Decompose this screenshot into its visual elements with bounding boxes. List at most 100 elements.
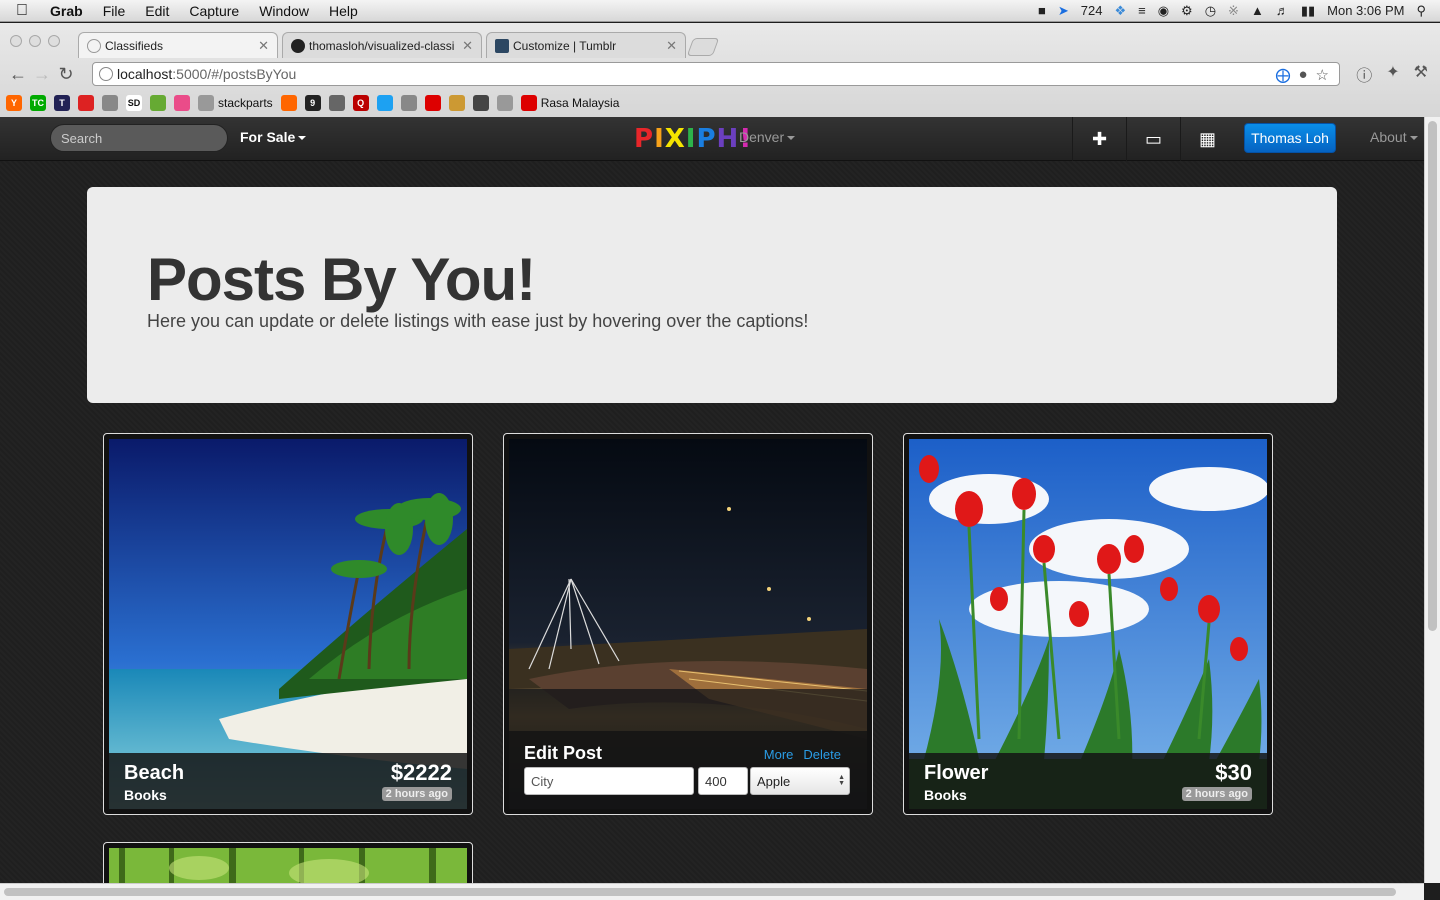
bookmark-favicon-icon: TC — [30, 95, 46, 111]
forward-arrow-icon[interactable]: → — [30, 62, 54, 86]
wifi-icon[interactable]: ▲ — [1251, 3, 1264, 18]
bookmark-item[interactable]: Q — [352, 95, 369, 111]
zoom-window-icon[interactable] — [48, 35, 60, 47]
menu-app[interactable]: Grab — [40, 0, 93, 22]
tab-classifieds[interactable]: Classifieds ✕ — [78, 32, 278, 58]
bookmark-favicon-icon: SD — [126, 95, 142, 111]
menu-capture[interactable]: Capture — [179, 0, 249, 22]
wrench-menu-icon[interactable]: ⚒ — [1414, 62, 1428, 86]
tab-close-icon[interactable]: ✕ — [666, 38, 677, 54]
tab-tumblr[interactable]: Customize | Tumblr ✕ — [486, 32, 686, 58]
bookmark-item[interactable]: SD — [126, 95, 142, 111]
bookmark-favicon-icon — [150, 95, 166, 111]
bookmark-item[interactable] — [280, 95, 297, 111]
more-link[interactable]: More — [764, 747, 794, 762]
brand-letter: P — [634, 124, 655, 154]
back-arrow-icon[interactable]: ← — [6, 62, 30, 86]
bookmark-item[interactable]: 9 — [304, 95, 321, 111]
tab-close-icon[interactable]: ✕ — [258, 38, 269, 54]
bookmark-item[interactable]: TC — [30, 95, 46, 111]
globe-favicon-icon — [87, 38, 101, 53]
inbox-icon[interactable]: ▭ — [1126, 117, 1180, 161]
vertical-scroll-thumb[interactable] — [1428, 121, 1437, 631]
post-age-badge: 2 hours ago — [1181, 787, 1252, 801]
bookmark-item[interactable]: stackparts — [198, 95, 273, 111]
tray-gear-icon[interactable]: ⚙ — [1181, 3, 1193, 19]
brand-letter: I — [654, 124, 665, 154]
grid-view-icon[interactable]: ▦ — [1180, 117, 1234, 161]
bookmark-item[interactable] — [424, 95, 441, 111]
dropbox-icon[interactable]: ❖ — [1114, 3, 1126, 19]
bookmark-item[interactable]: Y — [6, 95, 22, 111]
brand-logo[interactable]: PIXIPH! — [634, 124, 752, 154]
bookmark-favicon-icon — [400, 95, 417, 111]
lightbulb-icon[interactable]: ● — [1298, 66, 1307, 84]
menu-help[interactable]: Help — [319, 0, 368, 22]
bookmark-item[interactable]: T — [54, 95, 70, 111]
menu-edit[interactable]: Edit — [135, 0, 179, 22]
tab-github[interactable]: thomasloh/visualized-classi ✕ — [282, 32, 482, 58]
bluetooth-icon[interactable]: ※ — [1228, 3, 1239, 19]
bookmark-item[interactable] — [174, 95, 190, 111]
vertical-scrollbar[interactable] — [1424, 117, 1440, 883]
battery-icon[interactable]: ▮▮ — [1301, 3, 1315, 19]
address-bar[interactable]: localhost:5000/#/postsByYou ⨁ ● ☆ — [92, 62, 1340, 86]
post-card-flower[interactable]: Flower Books $30 2 hours ago — [903, 433, 1273, 815]
city-input[interactable]: City — [524, 767, 694, 795]
add-post-icon[interactable]: ✚ — [1072, 117, 1126, 161]
bookmark-item[interactable] — [472, 95, 489, 111]
close-window-icon[interactable] — [10, 35, 22, 47]
post-card-beach[interactable]: Beach Books $2222 2 hours ago — [103, 433, 473, 815]
post-age-badge: 2 hours ago — [381, 787, 452, 801]
volume-icon[interactable]: ♬ — [1276, 3, 1289, 18]
time-machine-icon[interactable]: ◷ — [1205, 3, 1216, 19]
price-input[interactable]: 400 — [698, 767, 748, 795]
page-info-icon[interactable] — [99, 67, 113, 81]
category-select[interactable]: Apple ▲ ▼ — [750, 767, 850, 795]
tray-count[interactable]: 724 — [1081, 3, 1103, 18]
tray-suitcase-icon[interactable]: ■ — [1038, 3, 1046, 18]
bookmark-item[interactable] — [448, 95, 465, 111]
bookmark-item[interactable] — [78, 95, 94, 111]
bookmark-item[interactable] — [150, 95, 166, 111]
bookmark-item[interactable] — [400, 95, 417, 111]
menu-file[interactable]: File — [93, 0, 136, 22]
post-caption[interactable]: Beach Books $2222 2 hours ago — [109, 753, 467, 809]
horizontal-scroll-thumb[interactable] — [4, 888, 1396, 896]
post-card-bridge[interactable]: Edit Post More Delete City 400 Apple ▲ ▼ — [503, 433, 873, 815]
tray-evernote-icon[interactable]: ◉ — [1158, 3, 1169, 19]
city-dropdown[interactable]: Denver — [739, 129, 796, 145]
extension-bird-icon[interactable]: ✦ — [1386, 62, 1399, 86]
apple-menu-icon[interactable]:  — [16, 0, 40, 22]
spotlight-search-icon[interactable]: ⚲ — [1416, 3, 1426, 19]
post-card-forest[interactable] — [103, 842, 473, 883]
tray-bolt-icon[interactable]: ≡ — [1138, 3, 1146, 18]
reload-icon[interactable]: ↻ — [54, 62, 78, 86]
new-tab-button[interactable] — [686, 38, 720, 56]
tray-cursor-icon[interactable]: ➤ — [1058, 3, 1069, 19]
user-button[interactable]: Thomas Loh — [1244, 123, 1336, 153]
page-title: Posts By You! — [147, 246, 536, 313]
horizontal-scrollbar[interactable] — [0, 883, 1424, 900]
bookmark-star-icon[interactable]: ☆ — [1316, 66, 1329, 84]
extension-info-icon[interactable]: ⓘ — [1356, 62, 1372, 86]
delete-link[interactable]: Delete — [803, 747, 841, 762]
brand-letter: H — [716, 124, 740, 154]
category-dropdown[interactable]: For Sale — [240, 129, 307, 145]
minimize-window-icon[interactable] — [29, 35, 41, 47]
bookmark-item[interactable] — [376, 95, 393, 111]
bookmark-item[interactable] — [328, 95, 345, 111]
clock[interactable]: Mon 3:06 PM — [1327, 3, 1404, 18]
browser-chrome: Classifieds ✕ thomasloh/visualized-class… — [0, 23, 1440, 117]
forest-photo — [109, 848, 467, 883]
search-input[interactable]: Search — [50, 124, 228, 152]
bookmark-item[interactable] — [102, 95, 118, 111]
about-dropdown[interactable]: About — [1370, 129, 1418, 145]
menu-window[interactable]: Window — [249, 0, 319, 22]
bookmark-favicon-icon — [78, 95, 94, 111]
tab-close-icon[interactable]: ✕ — [462, 38, 473, 54]
bookmark-item[interactable]: Rasa Malaysia — [520, 95, 619, 111]
bookmark-item[interactable] — [496, 95, 513, 111]
extension-compass-icon[interactable]: ⨁ — [1275, 66, 1290, 84]
post-caption[interactable]: Flower Books $30 2 hours ago — [909, 753, 1267, 809]
